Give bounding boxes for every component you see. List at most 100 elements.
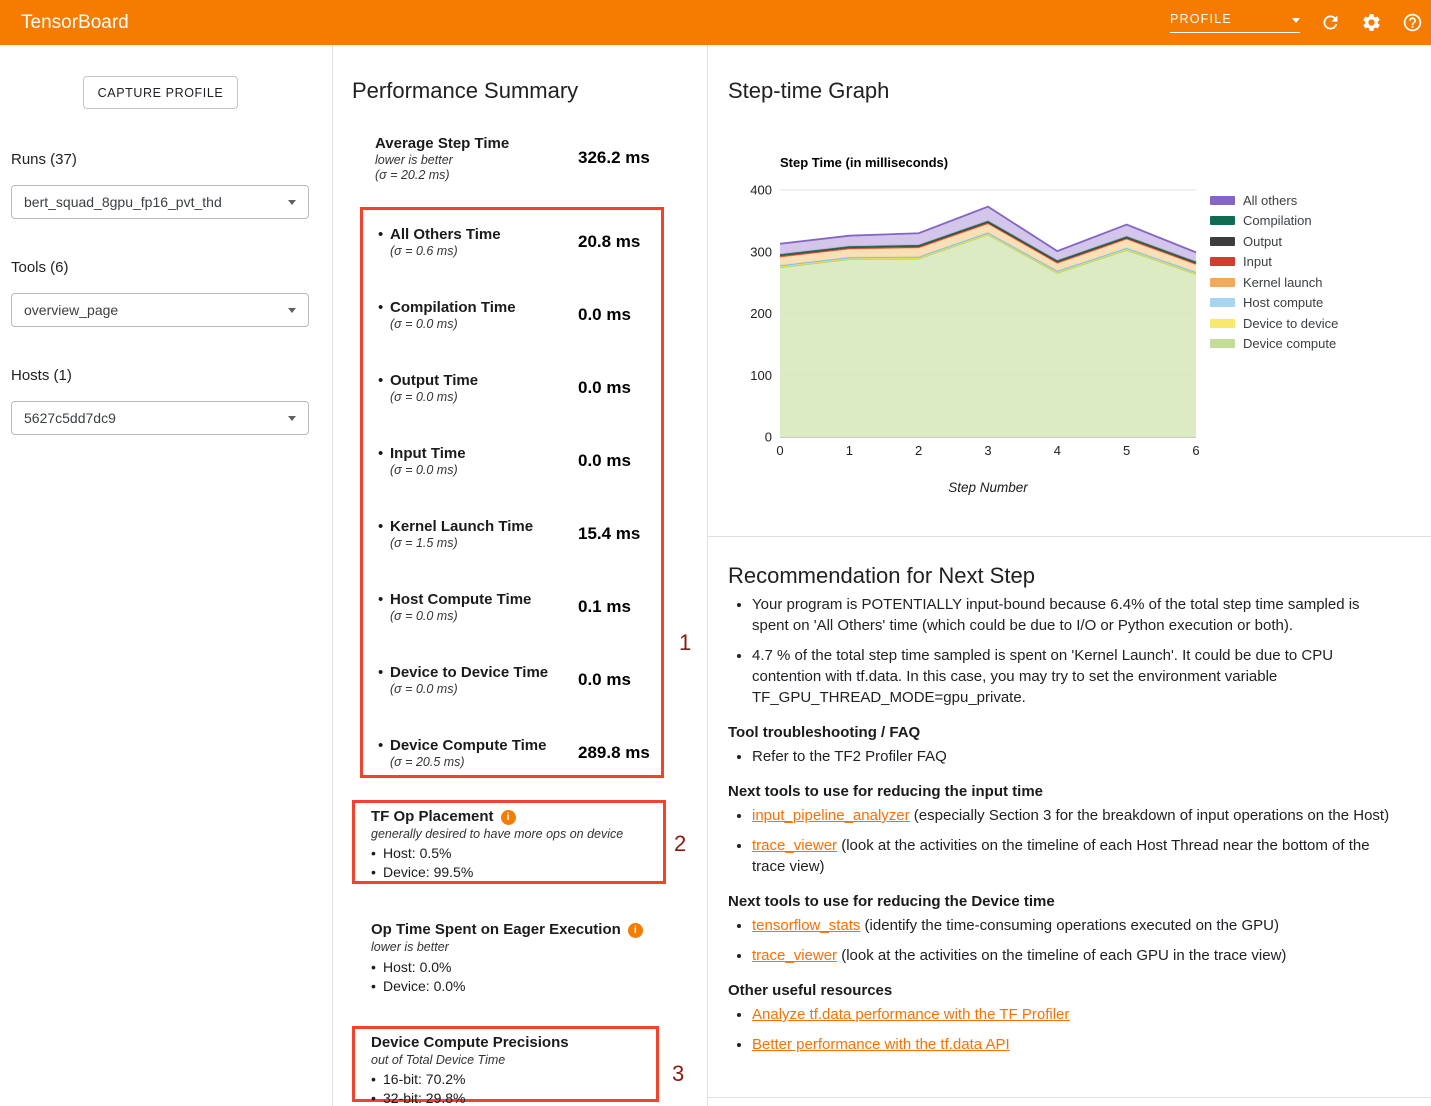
tf-op-placement-heading: TF Op Placement	[371, 808, 663, 825]
step-time-graph-panel: Step-time Graph Step Time (in millisecon…	[708, 45, 1431, 1106]
svg-text:3: 3	[984, 443, 991, 458]
average-step-time-row: Average Step Time lower is better (σ = 2…	[375, 135, 675, 183]
step-time-graph-title: Step-time Graph	[728, 78, 889, 104]
precision-32bit: •32-bit: 29.8%	[371, 1089, 656, 1106]
svg-text:2: 2	[915, 443, 922, 458]
summary-item-all-others: •All Others Time (σ = 0.6 ms) 20.8 ms	[378, 222, 661, 295]
list-item: tensorflow_stats (identify the time-cons…	[752, 915, 1393, 936]
legend-swatch	[1210, 237, 1235, 246]
recommendation-bullets: Your program is POTENTIALLY input-bound …	[728, 594, 1393, 708]
legend-swatch	[1210, 278, 1235, 287]
bullet-icon: •	[371, 977, 383, 996]
legend-swatch	[1210, 196, 1235, 205]
precisions-heading: Device Compute Precisions	[371, 1034, 656, 1051]
svg-text:100: 100	[750, 368, 772, 383]
svg-text:4: 4	[1054, 443, 1061, 458]
legend-item-kernel-launch: Kernel launch	[1210, 272, 1338, 293]
performance-summary-panel: Performance Summary Average Step Time lo…	[333, 45, 708, 1106]
bullet-icon: •	[378, 518, 390, 535]
tfdata-performance-link[interactable]: Analyze tf.data performance with the TF …	[752, 1006, 1069, 1023]
settings-gear-icon[interactable]	[1361, 12, 1382, 33]
list-item: trace_viewer (look at the activities on …	[752, 945, 1393, 966]
svg-text:300: 300	[750, 244, 772, 259]
average-step-time-value: 326.2 ms	[578, 148, 650, 168]
runs-selected-value: bert_squad_8gpu_fp16_pvt_thd	[24, 194, 288, 210]
trace-viewer-link[interactable]: trace_viewer	[752, 947, 837, 964]
legend-item-device-compute: Device compute	[1210, 334, 1338, 355]
bullet-icon: •	[378, 299, 390, 316]
panel-bottom-divider	[708, 1097, 1431, 1098]
recommendation-title: Recommendation for Next Step	[728, 563, 1393, 589]
info-icon[interactable]	[628, 923, 643, 938]
chevron-down-icon	[288, 200, 296, 205]
tools-label: Tools (6)	[11, 259, 69, 276]
list-item: Better performance with the tf.data API	[752, 1034, 1393, 1055]
capture-profile-button[interactable]: CAPTURE PROFILE	[83, 76, 238, 109]
dashboard-select[interactable]: PROFILE	[1170, 12, 1300, 33]
chevron-down-icon	[1292, 18, 1300, 23]
svg-text:Step Number: Step Number	[948, 480, 1028, 495]
device-tools-heading: Next tools to use for reducing the Devic…	[728, 893, 1393, 910]
svg-text:6: 6	[1192, 443, 1199, 458]
annotation-number-3: 3	[672, 1061, 684, 1087]
svg-text:1: 1	[846, 443, 853, 458]
hosts-select[interactable]: 5627c5dd7dc9	[11, 401, 309, 435]
input-pipeline-analyzer-link[interactable]: input_pipeline_analyzer	[752, 807, 910, 824]
bullet-icon: •	[371, 1089, 383, 1106]
svg-text:200: 200	[750, 306, 772, 321]
input-tools-list: input_pipeline_analyzer (especially Sect…	[728, 805, 1393, 877]
legend-item-all-others: All others	[1210, 190, 1338, 211]
svg-text:0: 0	[776, 443, 783, 458]
legend-swatch	[1210, 216, 1235, 225]
tensorflow-stats-link[interactable]: tensorflow_stats	[752, 917, 860, 934]
trace-viewer-link[interactable]: trace_viewer	[752, 837, 837, 854]
faq-heading: Tool troubleshooting / FAQ	[728, 724, 1393, 741]
tfdata-api-link[interactable]: Better performance with the tf.data API	[752, 1036, 1010, 1053]
svg-text:400: 400	[750, 183, 772, 198]
legend-swatch	[1210, 339, 1235, 348]
annotation-box-3: Device Compute Precisions out of Total D…	[352, 1026, 659, 1102]
hosts-selected-value: 5627c5dd7dc9	[24, 410, 288, 426]
legend-item-device-to-device: Device to device	[1210, 313, 1338, 334]
eager-host: •Host: 0.0%	[371, 958, 671, 977]
bullet-icon: •	[378, 591, 390, 608]
list-item: Refer to the TF2 Profiler FAQ	[752, 746, 1393, 767]
svg-text:5: 5	[1123, 443, 1130, 458]
bullet-icon: •	[378, 737, 390, 754]
recommendation-section: Recommendation for Next Step Your progra…	[708, 536, 1431, 1096]
tf-op-placement-device: •Device: 99.5%	[371, 863, 663, 882]
legend-item-output: Output	[1210, 231, 1338, 252]
hosts-label: Hosts (1)	[11, 367, 72, 384]
legend-item-input: Input	[1210, 252, 1338, 273]
dashboard-select-value: PROFILE	[1170, 12, 1232, 26]
tools-select[interactable]: overview_page	[11, 293, 309, 327]
info-icon[interactable]	[501, 810, 516, 825]
legend-swatch	[1210, 319, 1235, 328]
chart-legend: All others Compilation Output Input Kern…	[1210, 190, 1338, 354]
runs-label: Runs (37)	[11, 151, 77, 168]
legend-swatch	[1210, 298, 1235, 307]
list-item: Analyze tf.data performance with the TF …	[752, 1004, 1393, 1025]
legend-item-host-compute: Host compute	[1210, 293, 1338, 314]
bullet-icon: •	[378, 372, 390, 389]
help-icon[interactable]	[1402, 12, 1423, 33]
input-tools-heading: Next tools to use for reducing the input…	[728, 783, 1393, 800]
precision-16bit: •16-bit: 70.2%	[371, 1070, 656, 1089]
eager-execution-section: Op Time Spent on Eager Execution lower i…	[371, 921, 671, 996]
annotation-box-2: TF Op Placement generally desired to hav…	[352, 800, 666, 884]
recommendation-bullet: Your program is POTENTIALLY input-bound …	[752, 594, 1393, 636]
summary-item-device-to-device: •Device to Device Time (σ = 0.0 ms) 0.0 …	[378, 660, 661, 733]
tf-op-placement-note: generally desired to have more ops on de…	[371, 827, 663, 842]
summary-item-kernel-launch: •Kernel Launch Time (σ = 1.5 ms) 15.4 ms	[378, 514, 661, 587]
resources-list: Analyze tf.data performance with the TF …	[728, 1004, 1393, 1055]
eager-heading: Op Time Spent on Eager Execution	[371, 921, 671, 938]
runs-select[interactable]: bert_squad_8gpu_fp16_pvt_thd	[11, 185, 309, 219]
bullet-icon: •	[371, 1070, 383, 1089]
annotation-number-2: 2	[674, 831, 686, 857]
device-tools-list: tensorflow_stats (identify the time-cons…	[728, 915, 1393, 966]
resources-heading: Other useful resources	[728, 982, 1393, 999]
bullet-icon: •	[371, 844, 383, 863]
sidebar: CAPTURE PROFILE Runs (37) bert_squad_8gp…	[0, 45, 333, 1106]
recommendation-bullet: 4.7 % of the total step time sampled is …	[752, 645, 1393, 708]
reload-icon[interactable]	[1320, 12, 1341, 33]
